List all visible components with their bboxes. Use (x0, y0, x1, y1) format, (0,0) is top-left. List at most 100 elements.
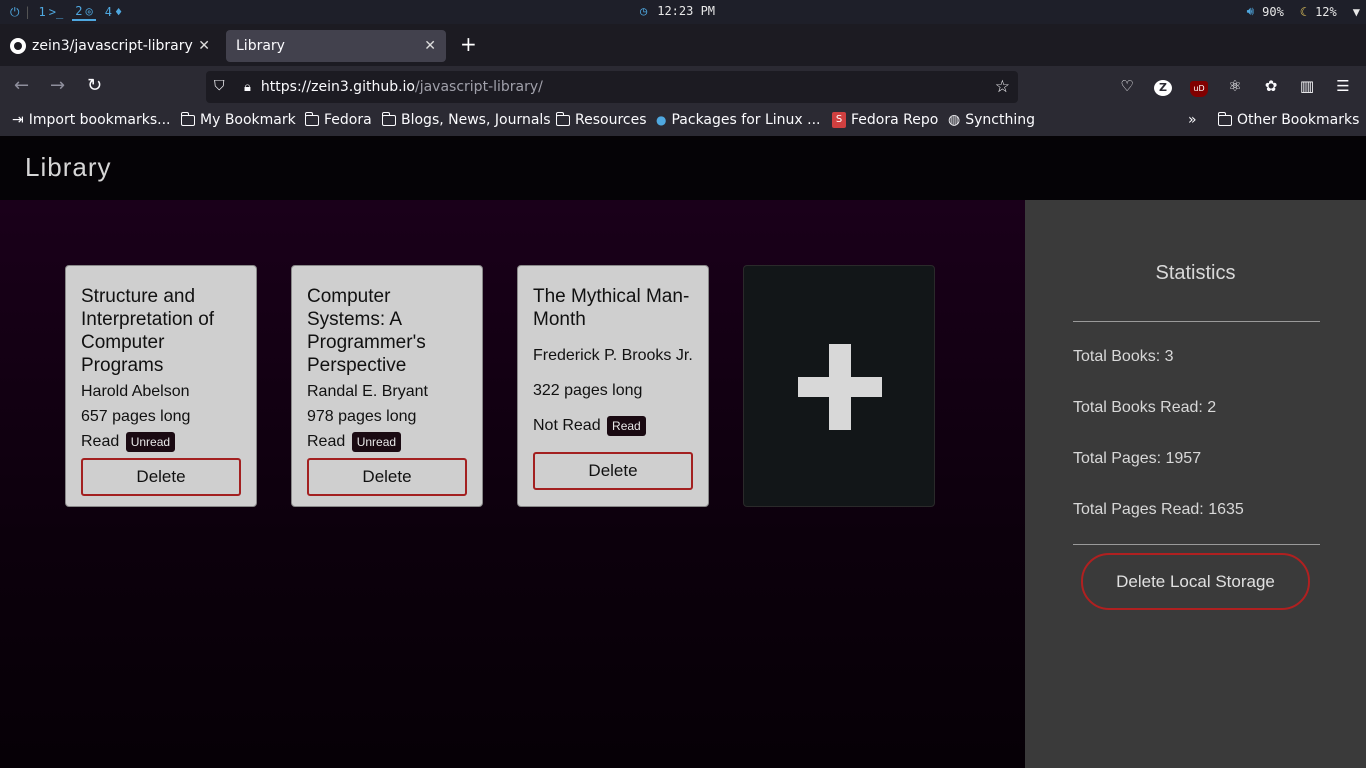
nav-bar: ← → ↻ ⛉ 🔒︎ https://zein3.github.io/javas… (0, 66, 1366, 108)
bookmark-star-icon[interactable]: ☆ (995, 77, 1010, 97)
url-text[interactable]: https://zein3.github.io/javascript-libra… (261, 79, 543, 95)
folder-icon (555, 111, 570, 126)
book-pages: 657 pages long (81, 408, 191, 425)
new-tab-button[interactable]: + (460, 34, 477, 54)
bookmark-label: Fedora (324, 112, 372, 128)
bookmark-label: Resources (575, 112, 647, 128)
search-icon: ● (656, 113, 667, 127)
tab-library[interactable]: Library ✕ (226, 30, 446, 62)
menu-icon[interactable]: ☰ (1334, 77, 1352, 97)
book-author: Harold Abelson (81, 383, 190, 400)
bookmark-syncthing[interactable]: ◍ Syncthing (948, 112, 1035, 128)
power-icon[interactable]: ⏻ (10, 5, 20, 20)
workspace-number: 2 (75, 4, 83, 18)
zotero-icon[interactable]: Z (1154, 77, 1172, 97)
toggle-read-button[interactable]: Unread (351, 431, 402, 452)
bookmark-label: Import bookmarks... (28, 112, 171, 128)
tab-label: zein3/javascript-library (32, 38, 193, 54)
book-status: Not Read Read (533, 413, 693, 438)
toggle-read-button[interactable]: Read (607, 415, 646, 436)
toolbar-icons: ♡ Z uD ⚛ ✿ ▥ ☰ (1118, 77, 1352, 97)
delete-book-button[interactable]: Delete (307, 458, 467, 496)
brightness-value: 12% (1315, 4, 1337, 19)
read-status-label: Read (307, 433, 346, 450)
tab-label: Library (236, 38, 285, 54)
tab-github[interactable]: zein3/javascript-library ✕ (0, 30, 220, 62)
github-icon (10, 38, 26, 54)
plus-icon-bar (798, 377, 882, 397)
bookmark-resources[interactable]: Resources (555, 111, 647, 128)
fedora-repo-icon: S (832, 112, 846, 128)
browser-icon: ◎ (85, 4, 93, 18)
book-card: Structure and Interpretation of Computer… (65, 265, 257, 507)
shield-icon[interactable]: ⛉ (214, 78, 232, 96)
system-tray: 🔊︎ 90% ☾ 12% ▼ (1247, 4, 1360, 19)
workspace-number: 1 (38, 5, 46, 19)
brightness-icon[interactable]: ☾ (1300, 5, 1307, 19)
book-title: Structure and Interpretation of Computer… (81, 286, 215, 376)
terminal-icon: >_ (48, 5, 64, 19)
divider (1073, 321, 1320, 322)
url-bar[interactable]: ⛉ 🔒︎ https://zein3.github.io/javascript-… (206, 71, 1018, 103)
gnome-extension-icon[interactable]: ✿ (1262, 77, 1280, 97)
tab-strip: zein3/javascript-library ✕ Library ✕ + (0, 24, 1366, 66)
bookmark-label: Other Bookmarks (1237, 112, 1360, 128)
wifi-icon[interactable]: ▼ (1353, 5, 1360, 19)
workspace-1[interactable]: 1 >_ (36, 3, 67, 21)
folder-icon (381, 111, 396, 126)
site-header: Library (0, 136, 1366, 200)
workspace-2[interactable]: 2 ◎ (72, 3, 96, 21)
book-pages: 322 pages long (533, 382, 643, 399)
forward-arrow-icon[interactable]: → (50, 76, 65, 96)
url-path: /javascript-library/ (415, 79, 543, 95)
bookmark-fedora[interactable]: Fedora (304, 111, 372, 128)
delete-book-button[interactable]: Delete (81, 458, 241, 496)
stat-total-pages-read: Total Pages Read: 1635 (1073, 501, 1244, 518)
volume-icon[interactable]: 🔊︎ (1247, 4, 1255, 19)
workspace-number: 4 (104, 5, 112, 19)
book-status: Read Unread (307, 429, 467, 454)
folder-icon (180, 111, 195, 126)
statistics-title: Statistics (1155, 262, 1236, 284)
book-pages: 978 pages long (307, 408, 417, 425)
clock-icon: ◷ (640, 4, 648, 18)
globe-icon: ◍ (948, 112, 961, 128)
close-tab-icon[interactable]: ✕ (198, 38, 210, 54)
bookmark-label: My Bookmark (200, 112, 296, 128)
read-status-label: Read (81, 433, 120, 450)
bookmark-label: Packages for Linux ... (671, 112, 821, 128)
bookmark-my-bookmark[interactable]: My Bookmark (180, 111, 296, 128)
bookmark-label: Fedora Repo (851, 112, 939, 128)
separator: | (25, 5, 30, 19)
ublock-icon[interactable]: uD (1190, 77, 1208, 97)
reload-icon[interactable]: ↻ (87, 76, 102, 96)
gitlab-icon: ♦ (114, 5, 123, 19)
url-host: https://zein3.github.io (260, 79, 415, 95)
toggle-read-button[interactable]: Unread (125, 431, 176, 452)
bookmark-blogs[interactable]: Blogs, News, Journals (381, 111, 551, 128)
delete-book-button[interactable]: Delete (533, 452, 693, 490)
book-title: The Mythical Man-Month (533, 286, 690, 330)
bookmark-fedora-repo[interactable]: S Fedora Repo (832, 112, 938, 128)
close-tab-icon[interactable]: ✕ (424, 38, 436, 54)
add-book-button[interactable] (743, 265, 935, 507)
workspace-area: ⏻ | 1 >_ 2 ◎ 4 ♦ (10, 3, 125, 21)
library-icon[interactable]: ▥ (1298, 77, 1316, 97)
bookmarks-bar: ⇥ Import bookmarks... My Bookmark Fedora… (0, 108, 1366, 136)
back-arrow-icon[interactable]: ← (14, 76, 29, 96)
clock[interactable]: ◷ 12:23 PM (640, 4, 715, 18)
library-grid: Structure and Interpretation of Computer… (0, 200, 1025, 768)
bookmark-packages[interactable]: ● Packages for Linux ... (656, 112, 820, 128)
delete-local-storage-button[interactable]: Delete Local Storage (1081, 553, 1310, 610)
bookmarks-overflow[interactable]: » (1188, 112, 1197, 128)
workspace-4[interactable]: 4 ♦ (102, 3, 125, 21)
bookmark-import[interactable]: ⇥ Import bookmarks... (12, 112, 171, 128)
bookmark-other[interactable]: Other Bookmarks (1217, 111, 1360, 128)
book-card: The Mythical Man-Month Frederick P. Broo… (517, 265, 709, 507)
system-bar: ⏻ | 1 >_ 2 ◎ 4 ♦ ◷ 12:23 PM 🔊︎ 90% ☾ 12%… (0, 0, 1366, 24)
pocket-icon[interactable]: ♡ (1118, 77, 1136, 97)
read-status-label: Not Read (533, 417, 601, 434)
react-devtools-icon[interactable]: ⚛ (1226, 77, 1244, 97)
book-author: Randal E. Bryant (307, 383, 428, 400)
lock-icon[interactable]: 🔒︎ (244, 80, 251, 95)
